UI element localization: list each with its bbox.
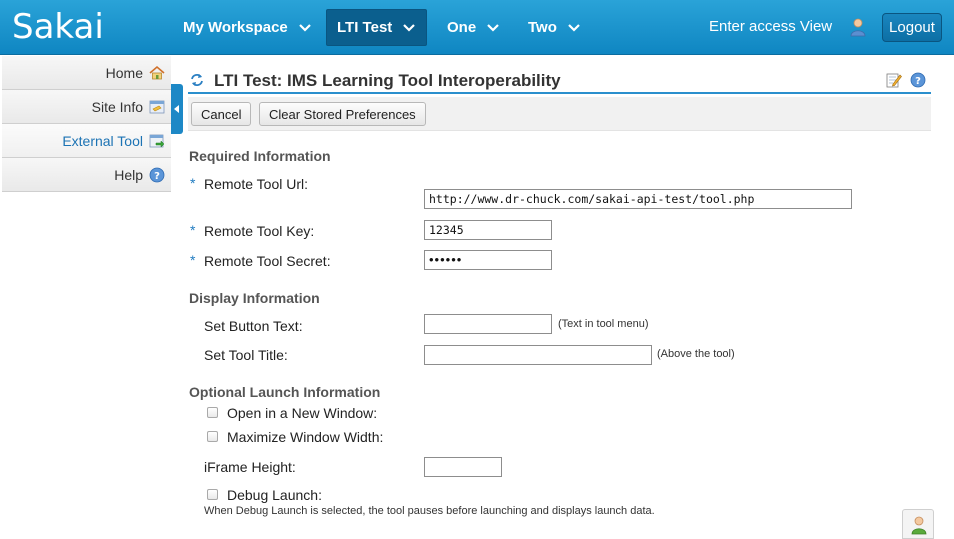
logout-button[interactable]: Logout: [882, 13, 942, 42]
presence-tab[interactable]: [902, 509, 934, 539]
site-info-icon: [149, 100, 165, 113]
user-icon[interactable]: [849, 17, 867, 37]
optional-launch-heading: Optional Launch Information: [189, 384, 381, 400]
chevron-down-icon: [568, 23, 580, 32]
sidebar-item-label: Home: [105, 64, 143, 81]
top-navigation-bar: Sakai My Workspace LTI Test One Two Ente…: [0, 0, 954, 55]
nav-lti-test-label: LTI Test: [337, 19, 393, 36]
sidebar-item-label: Help: [114, 166, 143, 183]
display-information-heading: Display Information: [189, 290, 320, 306]
debug-launch-checkbox[interactable]: [207, 489, 218, 500]
iframe-height-label: iFrame Height:: [204, 459, 296, 475]
remote-tool-url-label: Remote Tool Url:: [204, 176, 309, 192]
maximize-width-checkbox[interactable]: [207, 431, 218, 442]
sidebar-item-home[interactable]: Home: [2, 56, 171, 90]
cancel-button[interactable]: Cancel: [191, 102, 252, 126]
help-icon: ?: [149, 167, 165, 182]
presence-user-icon: [911, 516, 927, 535]
remote-tool-url-input[interactable]: http://www.dr-chuck.com/sakai-api-test/t…: [424, 189, 852, 209]
tool-title-bar: LTI Test: IMS Learning Tool Interoperabi…: [188, 66, 931, 94]
help-icon[interactable]: ?: [910, 72, 926, 88]
reset-icon[interactable]: [190, 73, 204, 87]
set-tool-title-label: Set Tool Title:: [204, 347, 288, 363]
edit-icon[interactable]: [886, 72, 902, 88]
sakai-logo[interactable]: Sakai: [12, 7, 104, 47]
set-tool-title-input[interactable]: [424, 345, 652, 365]
debug-launch-note: When Debug Launch is selected, the tool …: [204, 505, 655, 517]
nav-two-label: Two: [528, 19, 557, 36]
nav-my-workspace-label: My Workspace: [183, 19, 288, 36]
sidebar-item-label: Site Info: [91, 98, 143, 115]
debug-launch-label: Debug Launch:: [227, 487, 322, 503]
button-text-hint: (Text in tool menu): [558, 318, 649, 330]
nav-two[interactable]: Two: [518, 9, 591, 46]
required-information-heading: Required Information: [189, 148, 331, 164]
enter-access-view-link[interactable]: Enter access View: [709, 18, 832, 35]
remote-tool-key-label: Remote Tool Key:: [204, 223, 315, 239]
maximize-width-label: Maximize Window Width:: [227, 429, 384, 445]
sidebar-item-site-info[interactable]: Site Info: [2, 90, 171, 124]
home-icon: [149, 65, 165, 79]
sidebar-item-label: External Tool: [62, 132, 143, 149]
chevron-down-icon: [403, 23, 416, 32]
remote-tool-secret-label: Remote Tool Secret:: [204, 253, 331, 269]
chevron-down-icon: [487, 23, 499, 32]
nav-my-workspace[interactable]: My Workspace: [173, 9, 322, 46]
external-tool-icon: [149, 134, 165, 148]
chevron-down-icon: [298, 23, 311, 32]
tool-title-hint: (Above the tool): [657, 348, 735, 360]
required-marker: *: [190, 175, 196, 191]
open-new-window-checkbox[interactable]: [207, 407, 218, 418]
nav-one[interactable]: One: [437, 9, 510, 46]
collapse-sidebar-toggle[interactable]: [171, 84, 183, 134]
collapse-arrow-icon: [174, 105, 179, 113]
clear-stored-preferences-button[interactable]: Clear Stored Preferences: [259, 102, 426, 126]
open-new-window-label: Open in a New Window:: [227, 405, 378, 421]
sidebar-item-help[interactable]: Help ?: [2, 158, 171, 192]
remote-tool-key-input[interactable]: 12345: [424, 220, 552, 240]
iframe-height-input[interactable]: [424, 457, 502, 477]
required-marker: *: [190, 222, 196, 238]
svg-text:?: ?: [915, 76, 921, 87]
sidebar-item-external-tool[interactable]: External Tool: [2, 124, 171, 158]
remote-tool-secret-input[interactable]: ••••••: [424, 250, 552, 270]
nav-lti-test[interactable]: LTI Test: [326, 9, 428, 46]
svg-text:?: ?: [154, 171, 160, 182]
tool-sidebar: Home Site Info External Tool Help ?: [2, 56, 171, 192]
set-button-text-input[interactable]: [424, 314, 552, 334]
required-marker: *: [190, 252, 196, 268]
nav-one-label: One: [447, 19, 477, 36]
set-button-text-label: Set Button Text:: [204, 318, 303, 334]
action-button-bar: Cancel Clear Stored Preferences: [188, 97, 931, 131]
page-title: LTI Test: IMS Learning Tool Interoperabi…: [214, 71, 561, 90]
